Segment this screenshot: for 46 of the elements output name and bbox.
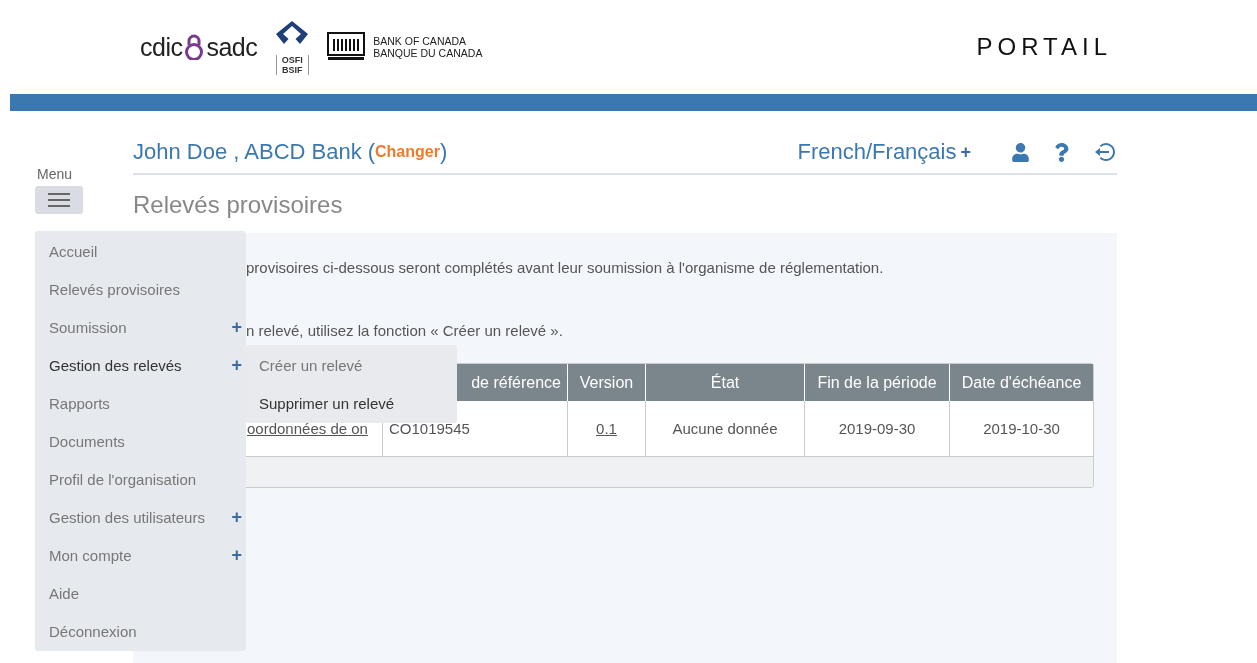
intro-text: provisoires ci-dessous seront complétés avant leur soumission à l'organisme de réglementation. <box>246 259 885 276</box>
table-link[interactable]: 0.1 <box>596 420 617 437</box>
menu-item[interactable]: Relevés provisoires <box>35 270 246 308</box>
menu-item[interactable]: Gestion des relevés + <box>35 346 246 384</box>
expand-icon: + <box>231 506 242 528</box>
user-name: John Doe , ABCD Bank <box>133 139 362 165</box>
column-header: Date d'échéance <box>949 364 1093 401</box>
paren: ) <box>439 139 448 165</box>
menu-item[interactable]: Mon compte + <box>35 536 246 574</box>
bank-building-icon <box>327 32 366 62</box>
column-header: État <box>645 364 804 401</box>
column-header: Version <box>567 364 645 401</box>
table-cell: Aucune donnée <box>672 420 778 437</box>
logo-text: BANK OF CANADA BANQUE DU CANADA <box>373 35 483 59</box>
menu-item[interactable]: Rapports <box>35 384 246 422</box>
menu-item[interactable]: Déconnexion <box>35 612 246 650</box>
expand-icon: + <box>231 354 242 376</box>
menu-label: Menu <box>36 166 74 182</box>
change-link[interactable]: Changer <box>375 143 440 161</box>
expand-icon: + <box>231 544 242 566</box>
logo-text: OSFI BSIF <box>275 54 309 75</box>
menu-item[interactable]: Documents <box>35 422 246 460</box>
menu-item[interactable]: Profil de l'organisation <box>35 460 246 498</box>
logout-icon[interactable] <box>1093 140 1117 164</box>
table-cell: 2019-10-30 <box>983 420 1060 437</box>
logo-text: sadc <box>206 32 258 62</box>
intro-text: n relevé, utilisez la fonction « Créer un relevé ». <box>246 322 564 339</box>
portal-title: PORTAIL <box>976 33 1112 61</box>
lock-icon <box>184 34 205 60</box>
menu-item[interactable]: Aide <box>35 574 246 612</box>
column-header: Fin de la période <box>804 364 949 401</box>
help-icon[interactable] <box>1052 142 1071 162</box>
menu-item[interactable]: Gestion des utilisateurs + <box>35 498 246 536</box>
table-cell: CO1019545 <box>389 420 470 437</box>
menu-item[interactable]: Accueil <box>35 232 246 270</box>
user-icon[interactable] <box>1011 142 1030 162</box>
logo-text: cdic <box>140 32 183 62</box>
menu-button[interactable] <box>35 186 83 214</box>
page-title: Relevés provisoires <box>133 191 344 219</box>
language-link[interactable]: French/Français + <box>797 139 971 165</box>
menu-item[interactable]: Soumission + <box>35 308 246 346</box>
paren: ( <box>367 139 375 165</box>
expand-icon: + <box>231 316 242 338</box>
table-link[interactable]: oordonnées de on <box>247 420 368 437</box>
table-cell: 2019-09-30 <box>838 420 916 437</box>
menu-icon <box>48 193 70 207</box>
